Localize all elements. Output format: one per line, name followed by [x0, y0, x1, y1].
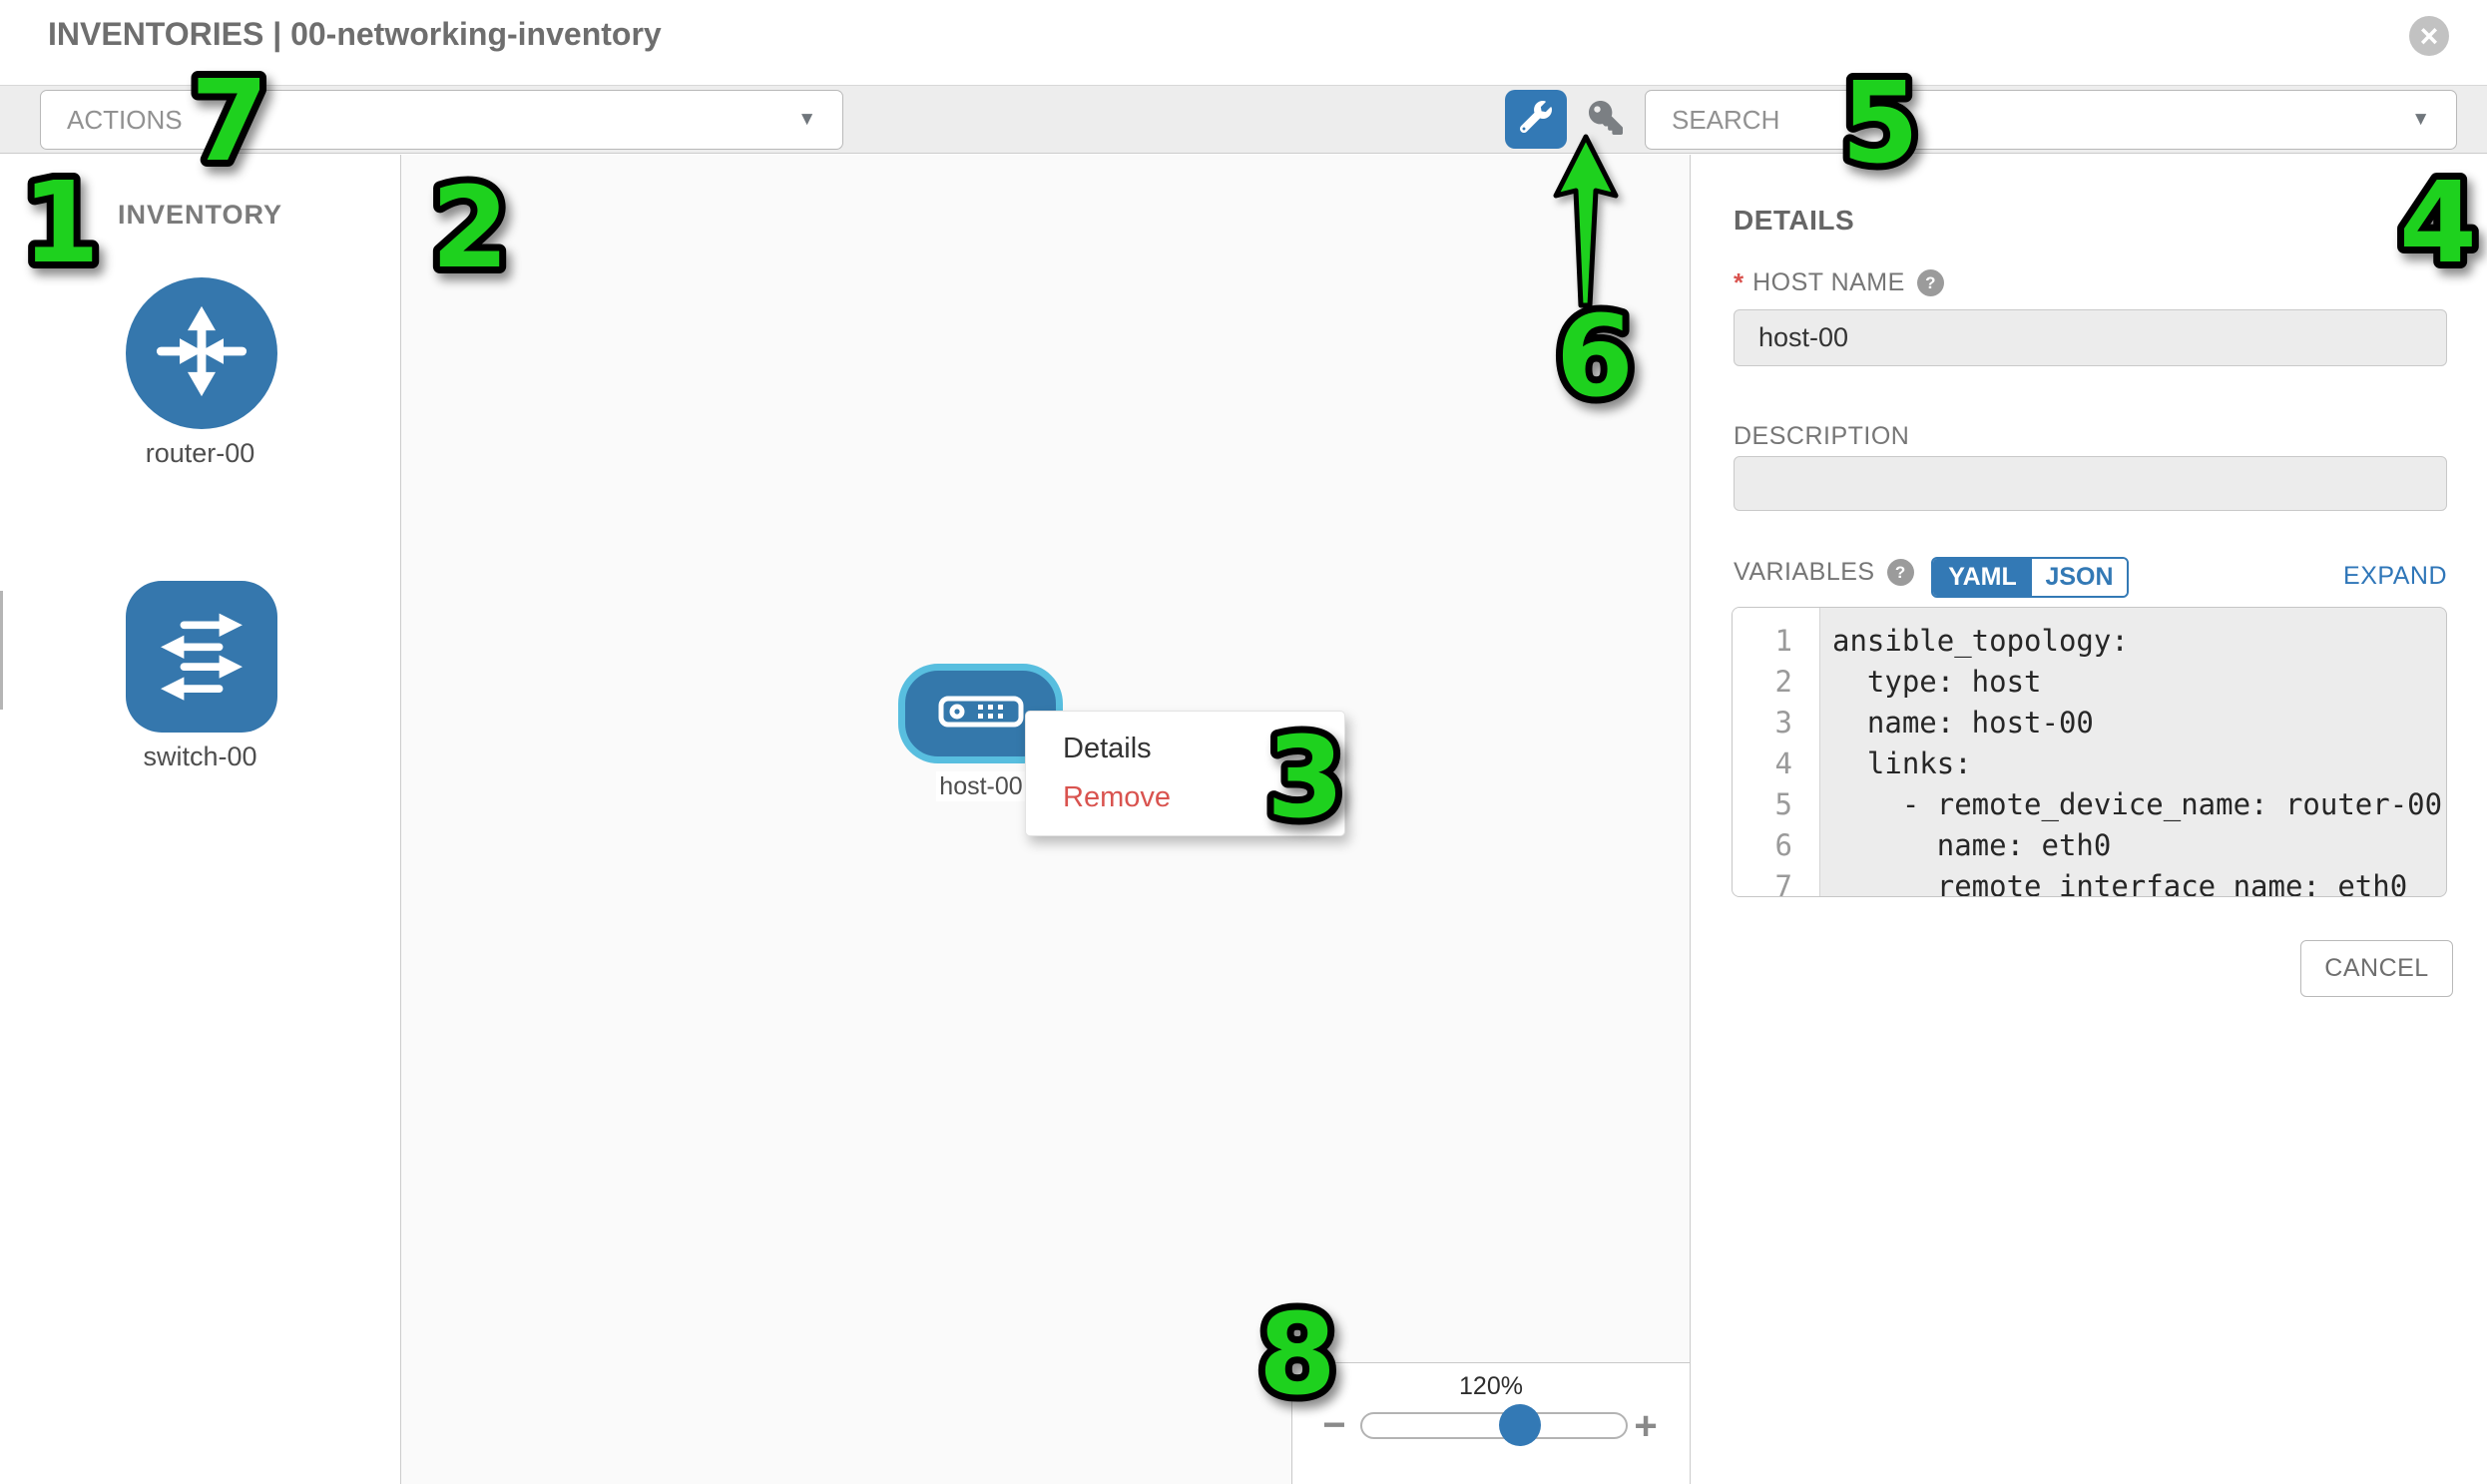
zoom-slider-track[interactable]: [1360, 1412, 1628, 1439]
router-icon: [147, 296, 256, 411]
close-icon[interactable]: ×: [2409, 16, 2449, 56]
variables-code-editor[interactable]: 1 ansible_topology: 2 type: host 3 name:…: [1732, 607, 2447, 897]
editor-code-rows: 1 ansible_topology: 2 type: host 3 name:…: [1733, 620, 2446, 897]
context-menu-item-details[interactable]: Details: [1026, 725, 1344, 773]
actions-dropdown[interactable]: ACTIONS ▼: [40, 90, 843, 150]
description-field-row: DESCRIPTION: [1734, 422, 1909, 451]
toolbar-settings-button[interactable]: [1505, 90, 1567, 149]
palette-item-label: router-00: [0, 438, 400, 469]
app-window: INVENTORIES | 00-networking-inventory × …: [0, 0, 2487, 1484]
chevron-down-icon: ▼: [797, 109, 816, 131]
help-icon[interactable]: ?: [1887, 559, 1914, 586]
wrench-icon: [1520, 101, 1552, 138]
line-number: 4: [1733, 746, 1806, 780]
key-credentials-button[interactable]: [1585, 101, 1627, 139]
topology-canvas[interactable]: host-00 Details Remove 120% − +: [401, 155, 1691, 1484]
variables-format-toggle: YAML JSON: [1931, 557, 2129, 598]
variables-label: VARIABLES: [1734, 558, 1875, 587]
help-icon[interactable]: ?: [1917, 269, 1944, 296]
host-name-field-row: * HOST NAME ?: [1734, 267, 1944, 298]
chevron-down-icon: ▼: [2411, 109, 2430, 131]
code-line: 7 remote_interface_name: eth0: [1733, 865, 2446, 897]
host-name-input[interactable]: [1734, 309, 2447, 366]
host-node-label: host-00: [936, 771, 1026, 801]
line-text: remote_interface_name: eth0: [1806, 869, 2407, 898]
cancel-button[interactable]: CANCEL: [2300, 940, 2453, 997]
variables-row: VARIABLES ?: [1734, 558, 1914, 587]
required-asterisk: *: [1734, 267, 1743, 298]
search-dropdown[interactable]: SEARCH ▼: [1645, 90, 2457, 150]
code-line: 1 ansible_topology:: [1733, 620, 2446, 661]
code-line: 5 - remote_device_name: router-00: [1733, 783, 2446, 824]
line-text: type: host: [1806, 665, 2042, 699]
code-line: 4 links:: [1733, 742, 2446, 783]
inventory-sidebar: INVENTORY router-00: [0, 155, 401, 1484]
page-title: INVENTORIES | 00-networking-inventory: [48, 16, 662, 53]
palette-item-switch[interactable]: [126, 581, 277, 733]
server-icon: [938, 696, 1024, 733]
key-icon: [1587, 101, 1625, 140]
line-number: 3: [1733, 706, 1806, 740]
palette-item-label: switch-00: [0, 742, 400, 772]
zoom-in-button[interactable]: +: [1628, 1404, 1664, 1449]
scrollbar-tick[interactable]: [0, 591, 3, 710]
code-line: 6 name: eth0: [1733, 824, 2446, 865]
zoom-slider-handle[interactable]: [1499, 1404, 1541, 1446]
toolbar: ACTIONS ▼ SEARCH ▼: [0, 85, 2487, 154]
line-number: 1: [1733, 624, 1806, 658]
description-input[interactable]: [1734, 456, 2447, 511]
line-text: name: host-00: [1806, 706, 2094, 740]
line-number: 7: [1733, 869, 1806, 898]
help-glyph: ?: [1925, 273, 1935, 293]
expand-link[interactable]: EXPAND: [2343, 562, 2447, 591]
search-dropdown-label: SEARCH: [1672, 105, 1779, 136]
json-toggle-button[interactable]: JSON: [2032, 559, 2127, 596]
line-text: - remote_device_name: router-00: [1806, 787, 2442, 821]
host-name-label: HOST NAME: [1752, 268, 1905, 297]
inventory-heading: INVENTORY: [0, 200, 400, 231]
close-glyph: ×: [2420, 20, 2439, 52]
line-number: 6: [1733, 828, 1806, 862]
description-label: DESCRIPTION: [1734, 422, 1909, 451]
line-number: 2: [1733, 665, 1806, 699]
zoom-level-value: 120%: [1292, 1372, 1690, 1401]
zoom-out-button[interactable]: −: [1316, 1403, 1352, 1448]
context-menu-item-remove[interactable]: Remove: [1026, 773, 1344, 822]
details-panel: DETAILS * HOST NAME ? DESCRIPTION VARIAB…: [1691, 155, 2487, 1484]
code-line: 3 name: host-00: [1733, 702, 2446, 742]
line-text: links:: [1806, 746, 1972, 780]
line-number: 5: [1733, 787, 1806, 821]
code-line: 2 type: host: [1733, 661, 2446, 702]
help-glyph: ?: [1895, 563, 1905, 583]
actions-dropdown-label: ACTIONS: [67, 105, 183, 136]
palette-item-router[interactable]: [126, 277, 277, 429]
details-heading: DETAILS: [1734, 205, 1854, 237]
header: INVENTORIES | 00-networking-inventory ×: [0, 0, 2487, 85]
line-text: name: eth0: [1806, 828, 2111, 862]
zoom-control: 120% − +: [1291, 1362, 1691, 1484]
yaml-toggle-button[interactable]: YAML: [1933, 559, 2032, 596]
switch-icon: [147, 600, 256, 715]
context-menu: Details Remove: [1025, 711, 1345, 836]
line-text: ansible_topology:: [1806, 624, 2129, 658]
